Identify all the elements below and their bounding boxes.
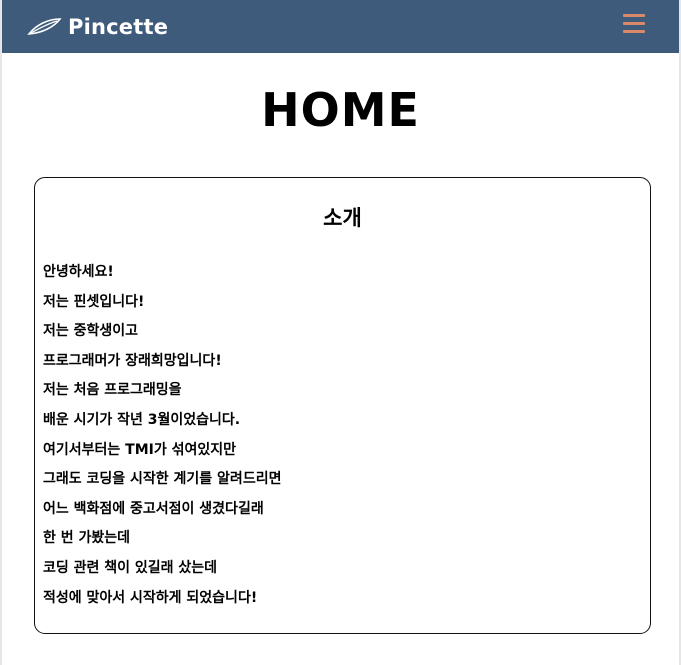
- menu-bar-bottom: [623, 30, 645, 33]
- intro-line: 적성에 맞아서 시작하게 되었습니다!: [43, 589, 258, 606]
- brand-name: Pincette: [68, 14, 169, 39]
- intro-line: 저는 처음 프로그래밍을: [43, 382, 182, 399]
- intro-line: 한 번 가봤는데: [43, 530, 131, 547]
- intro-line: 안녕하세요!: [43, 264, 114, 280]
- intro-line: 배운 시기가 작년 3월이었습니다.: [43, 411, 241, 428]
- intro-line: 그래도 코딩을 시작한 계기를 알려드리면: [43, 471, 282, 488]
- intro-line: 코딩 관련 책이 있길래 샀는데: [43, 559, 218, 576]
- intro-line: 여기서부터는 TMI가 섞여있지만: [43, 441, 236, 458]
- page-title: HOME: [261, 83, 420, 137]
- intro-line: 어느 백화점에 중고서점이 생겼다길래: [43, 500, 264, 517]
- intro-line: 프로그래머가 장래희망입니다!: [43, 352, 222, 369]
- intro-lines: 안녕하세요! 저는 핀셋입니다! 저는 중학생이고 프로그래머가 장래희망입니다…: [43, 258, 281, 613]
- intro-card-title: 소개: [323, 206, 362, 230]
- top-navbar: Pincette: [2, 0, 679, 53]
- intro-line: 저는 핀셋입니다!: [43, 293, 145, 310]
- brand-link[interactable]: Pincette: [26, 15, 168, 39]
- intro-line: 저는 중학생이고: [43, 323, 139, 340]
- intro-card: 소개 안녕하세요! 저는 핀셋입니다! 저는 중학생이고 프로그래머가 장래희망…: [34, 177, 651, 634]
- page-frame: Pincette HOME 소개 안녕하세요! 저는 핀셋입니다! 저는 중학생…: [0, 0, 681, 665]
- hamburger-menu-icon[interactable]: [623, 14, 645, 36]
- feather-icon: [27, 17, 62, 35]
- menu-bar-top: [623, 14, 645, 17]
- menu-bar-middle: [623, 22, 645, 25]
